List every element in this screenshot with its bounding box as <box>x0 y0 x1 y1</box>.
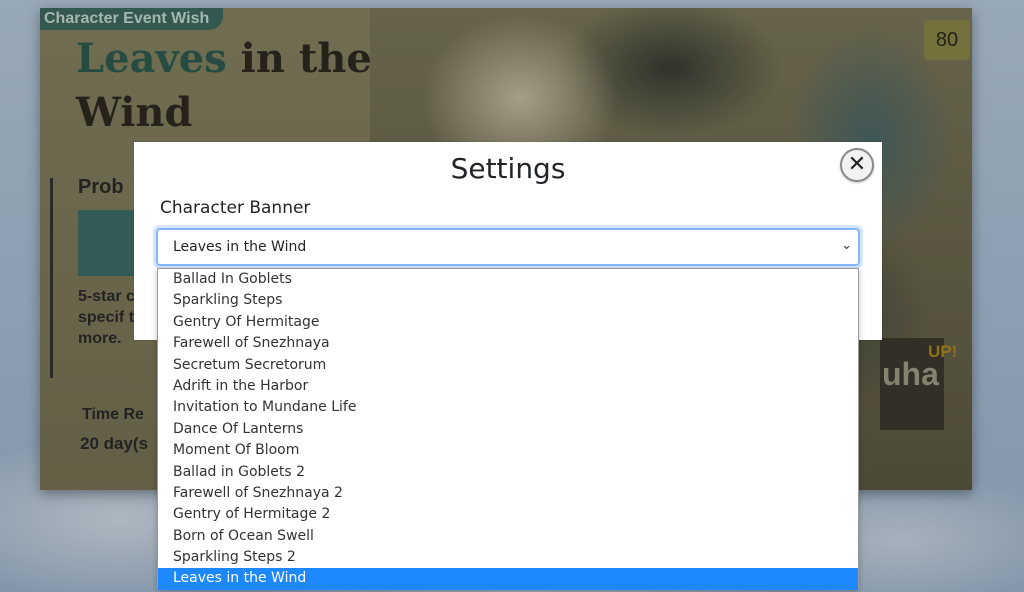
dropdown-option[interactable]: Born of Ocean Swell <box>158 526 858 547</box>
select-value: Leaves in the Wind <box>173 239 307 255</box>
dropdown-option[interactable]: Sparkling Steps <box>158 290 858 311</box>
dropdown-option[interactable]: Dance Of Lanterns <box>158 419 858 440</box>
dropdown-option[interactable]: Farewell of Snezhnaya <box>158 333 858 354</box>
close-icon: ✕ <box>847 152 867 177</box>
character-banner-select[interactable]: Leaves in the Wind ⌄ <box>156 228 860 266</box>
dropdown-option[interactable]: Moment Of Bloom <box>158 440 858 461</box>
modal-title: Settings <box>450 152 566 185</box>
character-banner-label: Character Banner <box>160 198 311 218</box>
dropdown-option[interactable]: Ballad in Goblets 2 <box>158 462 858 483</box>
close-button[interactable]: ✕ <box>840 148 874 182</box>
dropdown-option[interactable]: Adrift in the Harbor <box>158 376 858 397</box>
dropdown-option[interactable]: Gentry of Hermitage 2 <box>158 504 858 525</box>
dropdown-option[interactable]: Farewell of Snezhnaya 2 <box>158 483 858 504</box>
dropdown-option[interactable]: Secretum Secretorum <box>158 355 858 376</box>
chevron-down-icon: ⌄ <box>841 238 852 253</box>
banner-dropdown-list: Ballad In Goblets Sparkling Steps Gentry O… <box>157 268 859 590</box>
dropdown-option[interactable]: Gentry Of Hermitage <box>158 312 858 333</box>
dropdown-option[interactable]: Sparkling Steps 2 <box>158 547 858 568</box>
dropdown-option[interactable]: Leaves in the Wind <box>158 568 858 590</box>
dropdown-option[interactable]: Ballad In Goblets <box>158 269 858 290</box>
dropdown-option[interactable]: Invitation to Mundane Life <box>158 397 858 418</box>
